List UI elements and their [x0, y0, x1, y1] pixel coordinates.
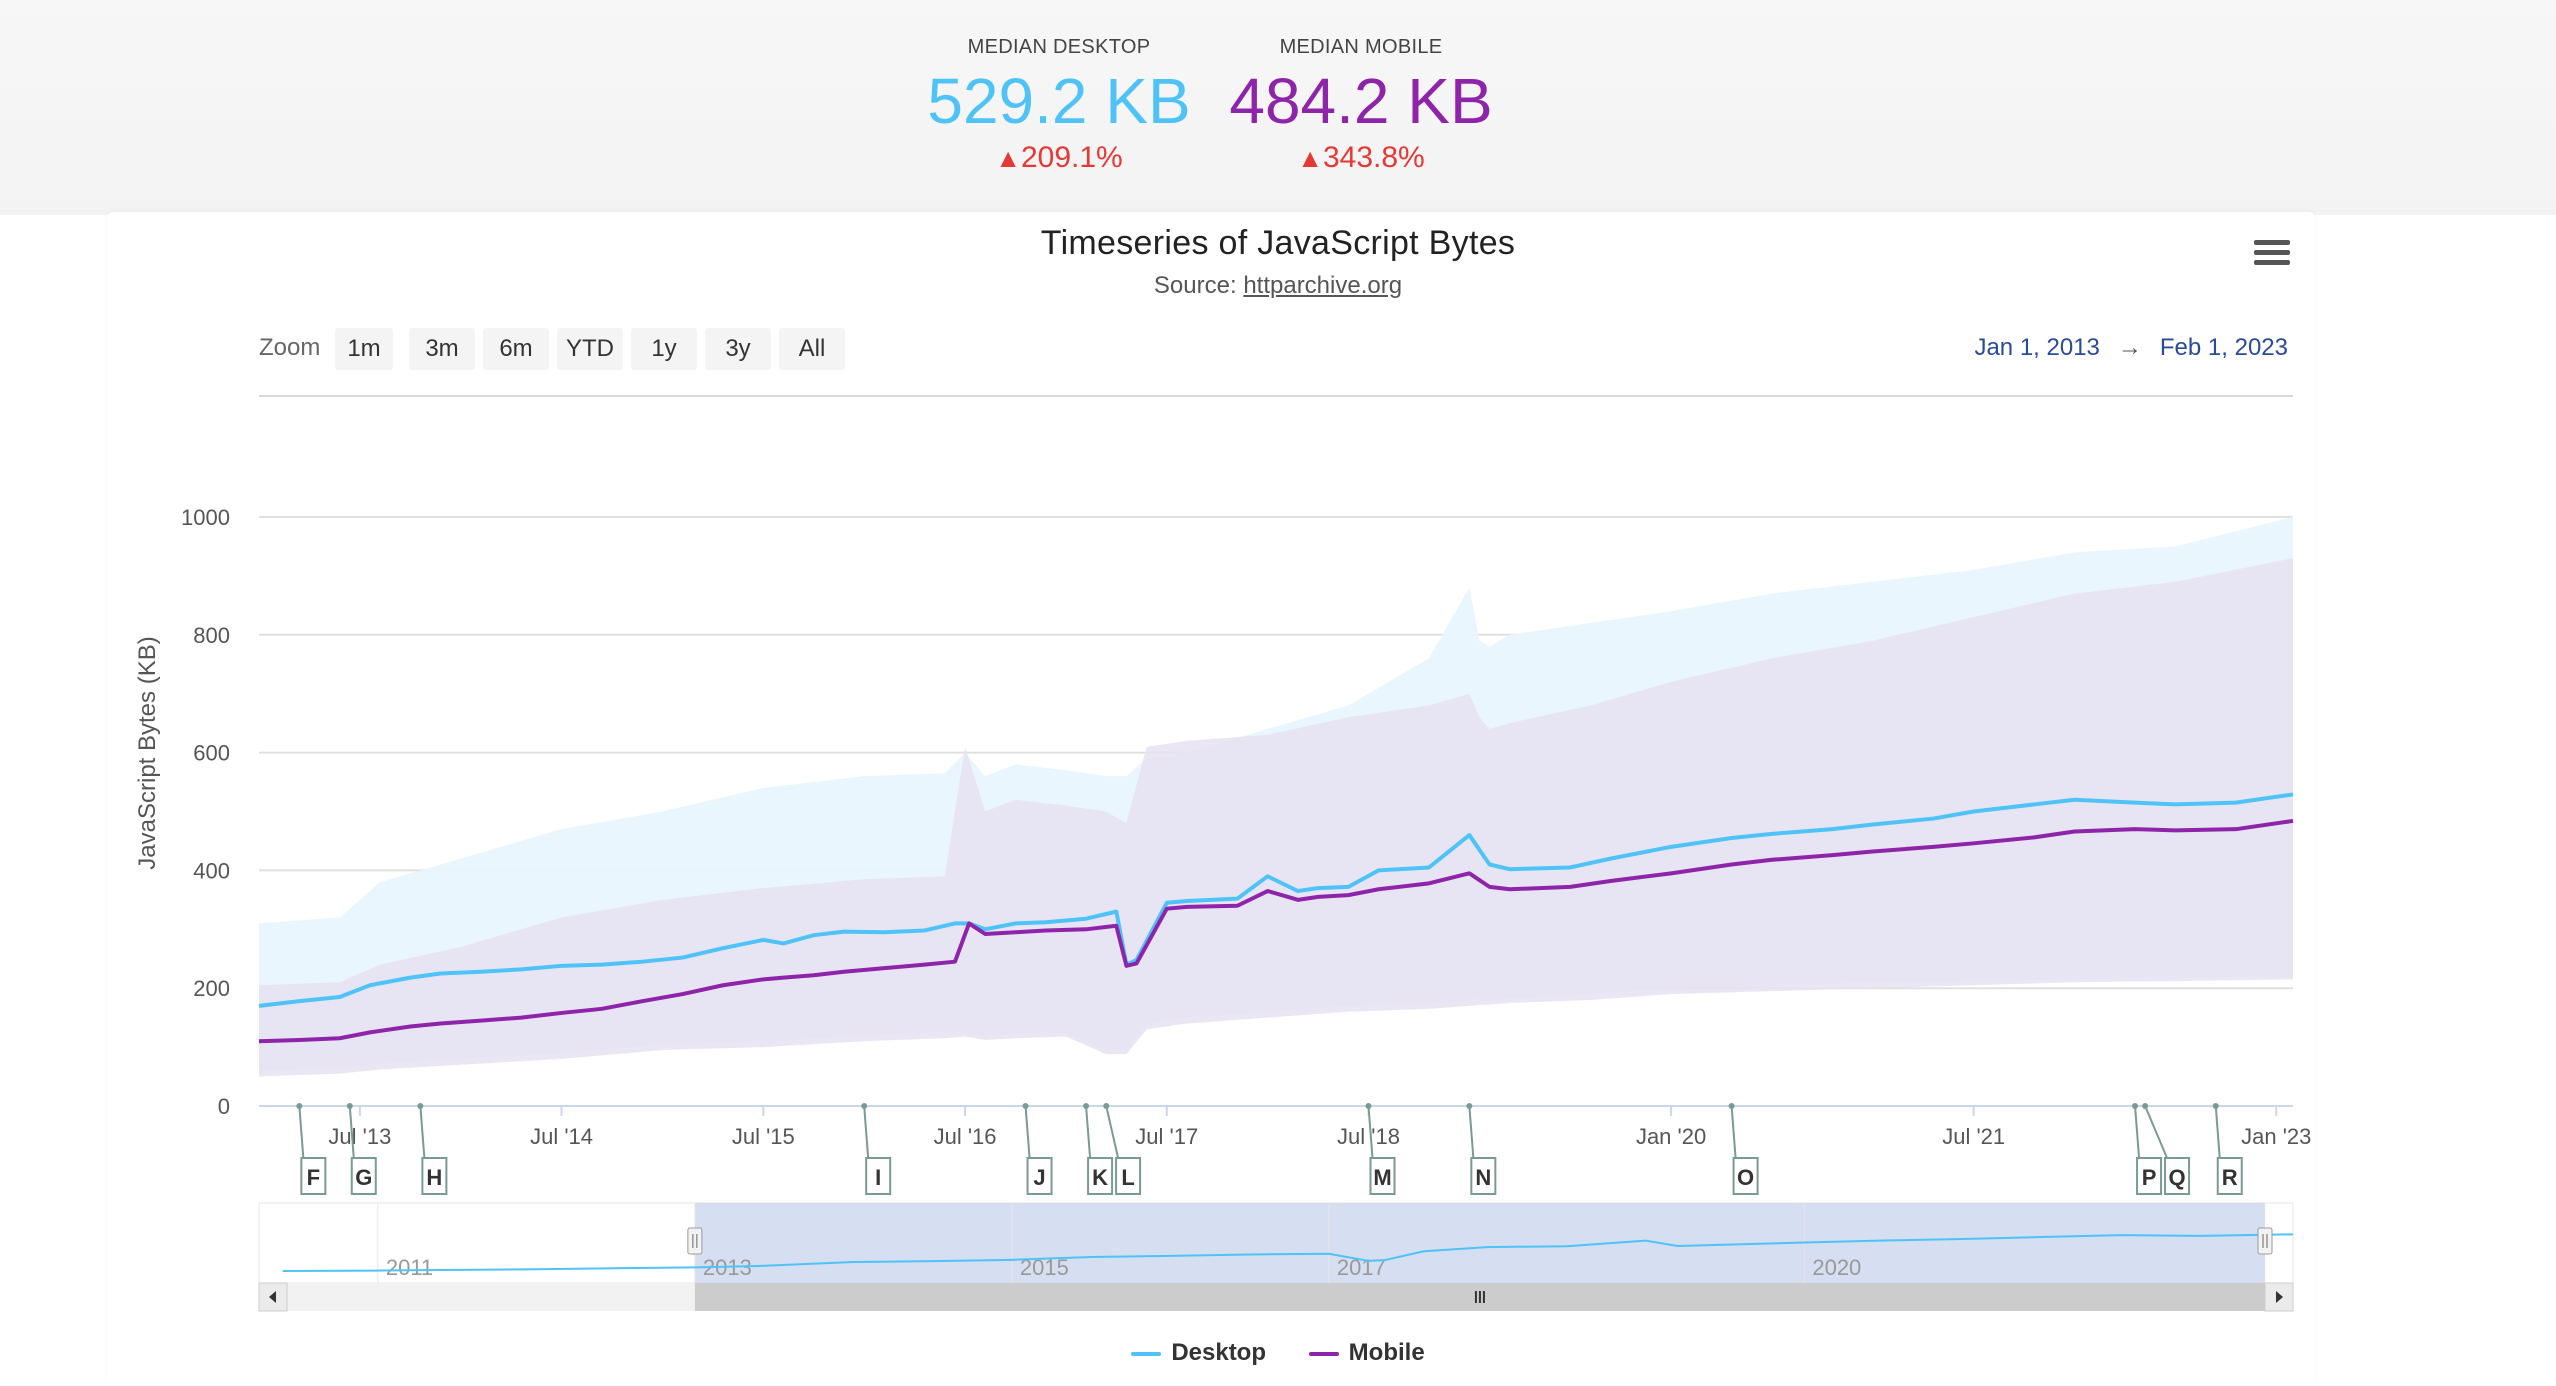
flag-stem [2214, 1105, 2221, 1159]
flag-stem [1730, 1105, 1737, 1159]
flag-stem [2144, 1105, 2168, 1159]
navigator[interactable]: 2011 2013 2015 2017 2020 [258, 1202, 2294, 1312]
x-tick-label: Jul '13 [328, 1124, 391, 1149]
flag-label: P [2142, 1165, 2157, 1190]
navigator-left-handle[interactable] [687, 1227, 703, 1255]
legend-desktop-label: Desktop [1171, 1339, 1266, 1366]
navigator-right-handle[interactable] [2257, 1227, 2273, 1255]
flag-J[interactable]: J [1022, 1103, 1053, 1195]
x-tick-label: Jan '23 [2241, 1124, 2311, 1149]
flag-H[interactable]: H [417, 1103, 448, 1195]
flag-label: H [426, 1165, 442, 1190]
timeseries-chart[interactable]: 0 200 400 600 800 1000 Jul '13 Jul '14 Jul '15 Ju… [0, 0, 2556, 1386]
flag-stem [298, 1105, 305, 1159]
flag-label: G [355, 1165, 372, 1190]
y-tick-label: 600 [193, 741, 230, 766]
x-tick-label: Jul '14 [530, 1124, 593, 1149]
flag-I[interactable]: I [861, 1103, 892, 1195]
flag-stem [1024, 1105, 1031, 1159]
flag-label: R [2222, 1165, 2238, 1190]
flag-stem [1085, 1105, 1092, 1159]
navigator-year-label: 2011 [386, 1255, 433, 1280]
legend-item-mobile[interactable]: Mobile [1308, 1339, 1425, 1367]
legend-mobile-label: Mobile [1348, 1339, 1425, 1366]
grip-handle-icon[interactable] [2257, 1227, 2273, 1255]
legend-item-desktop[interactable]: Desktop [1131, 1339, 1266, 1367]
flag-label: M [1373, 1165, 1391, 1190]
flag-stem [1105, 1105, 1120, 1159]
flag-R[interactable]: R [2212, 1103, 2243, 1195]
flag-stem [419, 1105, 426, 1159]
x-tick-label: Jul '17 [1135, 1124, 1198, 1149]
flag-stem [863, 1105, 870, 1159]
flag-stem [2134, 1105, 2141, 1159]
flag-label: Q [2168, 1165, 2185, 1190]
y-axis-title: JavaScript Bytes (KB) [134, 636, 161, 869]
navigator-year-label: 2020 [1812, 1255, 1861, 1280]
flag-label: K [1092, 1165, 1108, 1190]
flag-label: J [1033, 1165, 1045, 1190]
flag-F[interactable]: F [296, 1103, 327, 1195]
percentile-bands [259, 517, 2293, 1077]
flag-label: L [1121, 1165, 1134, 1190]
x-tick-label: Jul '18 [1337, 1124, 1400, 1149]
x-tick-label: Jul '16 [934, 1124, 997, 1149]
y-tick-label: 400 [193, 858, 230, 883]
flag-label: N [1475, 1165, 1491, 1190]
mobile-swatch-icon [1308, 1351, 1339, 1356]
mobile-percentile-band [259, 558, 2293, 1077]
x-tick-label: Jan '20 [1636, 1124, 1706, 1149]
y-tick-label: 0 [218, 1094, 230, 1119]
navigator-selection[interactable] [694, 1203, 2266, 1283]
x-tick-label: Jul '15 [732, 1124, 795, 1149]
flag-label: O [1737, 1165, 1754, 1190]
chart-legend: Desktop Mobile [0, 1339, 2556, 1367]
flag-O[interactable]: O [1728, 1103, 1759, 1195]
flag-stem [1468, 1105, 1475, 1159]
y-tick-label: 200 [193, 976, 230, 1001]
flag-N[interactable]: N [1466, 1103, 1497, 1195]
y-tick-label: 800 [193, 623, 230, 648]
desktop-swatch-icon [1131, 1351, 1162, 1356]
x-tick-label: Jul '21 [1942, 1124, 2005, 1149]
flag-P[interactable]: P [2132, 1103, 2163, 1195]
flag-label: I [875, 1165, 881, 1190]
grip-handle-icon[interactable] [687, 1227, 703, 1255]
flag-label: F [307, 1165, 320, 1190]
y-tick-label: 1000 [181, 505, 230, 530]
